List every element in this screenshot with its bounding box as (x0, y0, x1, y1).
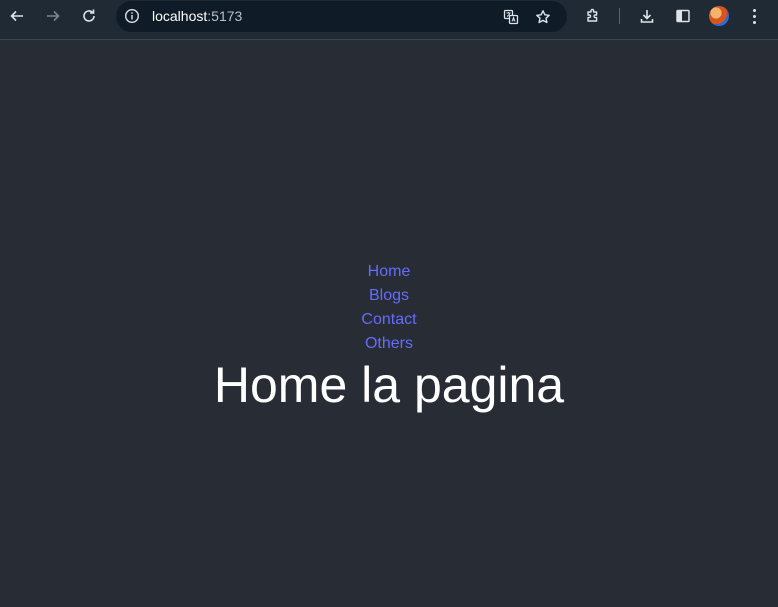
nav-link-contact[interactable]: Contact (361, 308, 416, 332)
translate-icon (503, 9, 519, 25)
back-button[interactable] (3, 4, 31, 28)
nav-link-blogs[interactable]: Blogs (369, 284, 409, 308)
side-panel-button[interactable] (669, 4, 697, 28)
translate-button[interactable] (500, 6, 522, 28)
nav-link-others[interactable]: Others (365, 332, 413, 356)
reload-button[interactable] (75, 4, 103, 28)
kebab-menu-icon[interactable] (746, 5, 762, 27)
forward-arrow-icon (47, 10, 60, 22)
extensions-button[interactable] (579, 4, 607, 28)
site-info-button[interactable] (124, 8, 140, 24)
side-panel-icon (676, 9, 690, 23)
star-icon (536, 10, 550, 24)
back-arrow-icon (10, 10, 23, 22)
puzzle-icon (587, 8, 598, 22)
toolbar-separator (619, 8, 620, 24)
nav-link-home[interactable]: Home (368, 260, 411, 284)
reload-icon (83, 9, 95, 22)
profile-avatar[interactable] (709, 6, 729, 26)
url-host: localhost (152, 8, 208, 24)
url-text[interactable]: localhost:5173 (152, 8, 242, 24)
info-icon (124, 8, 140, 24)
forward-button[interactable] (39, 4, 67, 28)
browser-toolbar: localhost:5173 (0, 0, 778, 40)
bookmark-button[interactable] (532, 6, 554, 28)
page-title: Home la pagina (213, 357, 565, 413)
downloads-button[interactable] (633, 4, 661, 28)
download-icon (640, 10, 654, 23)
address-bar[interactable]: localhost:5173 (116, 1, 567, 32)
url-port: :5173 (207, 8, 243, 24)
main-nav: Home Blogs Contact Others (0, 260, 778, 356)
